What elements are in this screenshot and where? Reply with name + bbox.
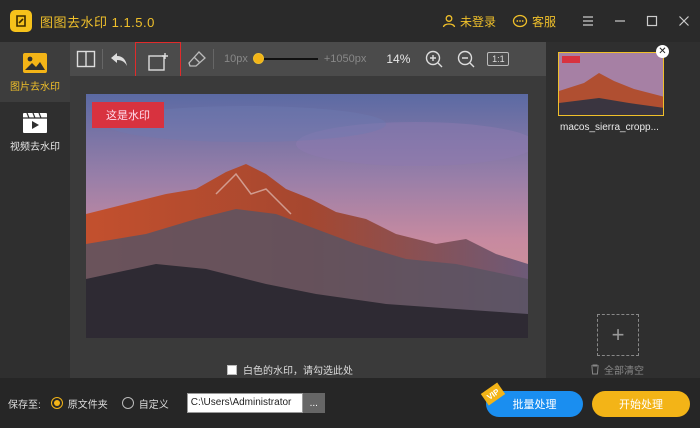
preview-image[interactable]: 这是水印: [86, 94, 528, 338]
white-watermark-label: 白色的水印，请勾选此处: [243, 366, 353, 377]
bottom-bar: 保存至: 原文件夹 自定义 C:\Users\Administrator ...…: [0, 378, 700, 428]
app-title: 图图去水印 1.1.5.0: [40, 14, 155, 30]
image-canvas[interactable]: 这是水印 白色的水印，请勾选此处: [70, 76, 546, 378]
clear-all-label: 全部清空: [604, 366, 644, 377]
remove-file-button[interactable]: ✕: [656, 45, 669, 58]
maximize-button[interactable]: [636, 0, 668, 42]
add-file-button[interactable]: +: [597, 314, 639, 356]
zoom-in-button[interactable]: [418, 42, 450, 76]
maximize-icon: [646, 15, 658, 27]
zoom-level: 14%: [386, 52, 411, 66]
file-name: macos_sierra_cropp...: [560, 122, 659, 133]
close-icon: ✕: [658, 46, 667, 57]
minimize-icon: [615, 20, 625, 22]
login-label: 未登录: [459, 14, 496, 29]
trash-icon: [591, 364, 599, 375]
brush-min-label: 10px: [224, 53, 248, 65]
service-label: 客服: [531, 14, 556, 29]
white-watermark-option[interactable]: 白色的水印，请勾选此处: [227, 362, 353, 377]
user-icon: [442, 15, 456, 28]
service-link[interactable]: 客服: [512, 13, 556, 30]
undo-button[interactable]: [103, 42, 135, 76]
close-icon: [679, 16, 689, 26]
app-logo-icon: [10, 10, 32, 32]
file-list-panel: ✕ macos_sierra_cropp... + 全部清空: [546, 42, 700, 378]
zoom-out-icon: [458, 50, 475, 68]
compare-icon: [76, 50, 96, 68]
compare-button[interactable]: [70, 42, 102, 76]
brush-size-slider[interactable]: [252, 53, 318, 65]
menu-icon: [583, 16, 593, 26]
chat-icon: [512, 14, 528, 28]
save-path-input[interactable]: C:\Users\Administrator: [186, 393, 303, 413]
zoom-in-icon: [426, 50, 443, 68]
save-to-label: 保存至:: [8, 399, 41, 411]
white-watermark-checkbox[interactable]: [227, 364, 237, 375]
eraser-button[interactable]: [181, 42, 213, 76]
sidebar-item-label: 视频去水印: [10, 141, 60, 153]
plus-icon: +: [611, 322, 625, 347]
brush-max-label: +1050px: [323, 53, 367, 65]
sidebar-item-video-watermark[interactable]: 视频去水印: [0, 102, 70, 162]
sidebar: 图片去水印 视频去水印: [0, 42, 70, 378]
start-process-button[interactable]: 开始处理: [592, 391, 690, 417]
sidebar-item-label: 图片去水印: [10, 81, 60, 93]
clear-all-button[interactable]: 全部清空: [590, 362, 644, 377]
browse-button[interactable]: ...: [302, 393, 325, 413]
image-icon: [23, 52, 47, 73]
radio-custom-label: 自定义: [138, 399, 169, 411]
radio-custom-folder[interactable]: [121, 397, 134, 409]
minimize-button[interactable]: [604, 0, 636, 42]
slider-thumb[interactable]: [252, 53, 264, 64]
menu-button[interactable]: [572, 0, 604, 42]
divider: [213, 49, 214, 69]
actual-size-label: 1:1: [487, 52, 510, 66]
close-button[interactable]: [668, 0, 700, 42]
file-thumbnail[interactable]: [558, 52, 664, 116]
radio-original-folder[interactable]: [50, 397, 63, 409]
video-icon: [23, 112, 47, 133]
sidebar-item-image-watermark[interactable]: 图片去水印: [0, 42, 70, 102]
actual-size-button[interactable]: 1:1: [482, 42, 514, 76]
select-rect-icon: [148, 53, 168, 71]
eraser-icon: [188, 51, 206, 67]
watermark-label[interactable]: 这是水印: [92, 102, 164, 128]
title-bar: 图图去水印 1.1.5.0 未登录 客服: [0, 0, 700, 42]
app-window: 图图去水印 1.1.5.0 未登录 客服 图片去水印 视频去水印 10px +1…: [0, 0, 700, 428]
toolbar: 10px +1050px 14% 1:1: [70, 42, 546, 82]
undo-icon: [111, 53, 127, 66]
login-link[interactable]: 未登录: [442, 13, 496, 30]
radio-original-label: 原文件夹: [67, 399, 108, 411]
zoom-out-button[interactable]: [450, 42, 482, 76]
